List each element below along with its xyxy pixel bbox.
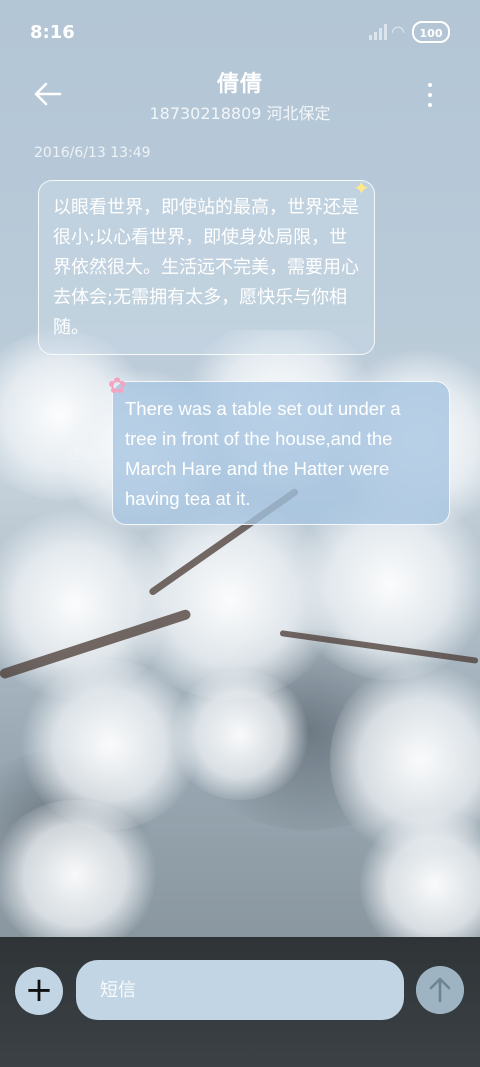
delivery-status: 送达 (68, 446, 96, 462)
wifi-icon: ◠ (391, 22, 405, 41)
add-attachment-button[interactable]: + (15, 967, 63, 1015)
incoming-message-bubble[interactable]: 以眼看世界，即使站的最高，世界还是很小;以心看世界，即使身处局限，世界依然很大。… (38, 180, 375, 355)
more-options-icon[interactable] (418, 80, 442, 108)
contact-name: 倩倩 (216, 72, 263, 97)
message-timestamp: 2016/6/13 13:49 (34, 145, 151, 161)
outgoing-message-bubble[interactable]: There was a table set out under a tree i… (112, 381, 450, 525)
status-bar: 8:16 ◠ 100 (0, 0, 480, 66)
flower-icon: ✿ (108, 374, 127, 399)
signal-icon (369, 24, 387, 40)
contact-detail: 18730218809 河北保定 (149, 104, 331, 123)
send-button[interactable] (416, 966, 464, 1014)
battery-indicator: 100 (412, 21, 450, 43)
sparkle-icon: ✦ (353, 176, 370, 200)
message-input[interactable] (76, 960, 404, 1020)
status-time: 8:16 (30, 22, 75, 43)
